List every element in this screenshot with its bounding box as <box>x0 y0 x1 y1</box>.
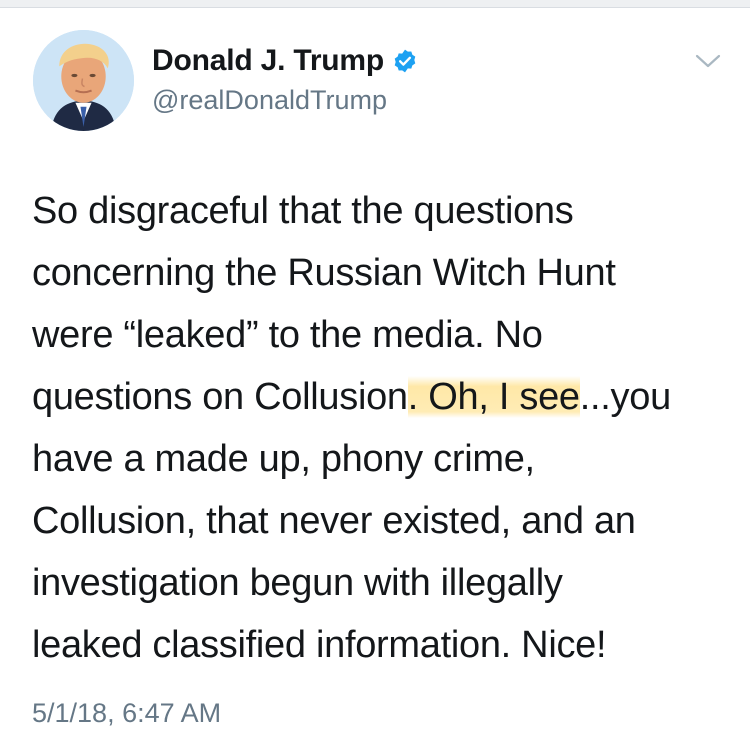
tweet-line: Collusion, that never existed, and an <box>32 500 636 542</box>
tweet-line: questions on Collusion. Oh, I see...you <box>32 366 732 428</box>
tweet-text-segment: ...you <box>579 376 671 418</box>
chevron-down-icon[interactable] <box>693 50 723 72</box>
tweet-line: investigation begun with illegally <box>32 562 563 604</box>
display-name[interactable]: Donald J. Trump <box>152 44 384 78</box>
tweet-line: were “leaked” to the media. No <box>32 314 543 356</box>
tweet-text-segment: questions on Collusion <box>32 376 408 418</box>
tweet-card: Donald J. Trump @realDonaldTrump So disg… <box>0 0 750 750</box>
avatar-photo <box>33 30 134 131</box>
highlighted-text: . Oh, I see <box>407 376 580 418</box>
tweet-line: So disgraceful that the questions <box>32 190 574 232</box>
timestamp[interactable]: 5/1/18, 6:47 AM <box>32 698 221 729</box>
author-header: Donald J. Trump @realDonaldTrump <box>152 43 418 116</box>
handle[interactable]: @realDonaldTrump <box>152 85 418 116</box>
tweet-line: leaked classified information. Nice! <box>32 624 607 666</box>
verified-badge-icon <box>392 48 418 74</box>
name-row: Donald J. Trump <box>152 43 418 79</box>
top-divider <box>0 0 750 8</box>
tweet-line: have a made up, phony crime, <box>32 438 535 480</box>
avatar[interactable] <box>33 30 134 131</box>
tweet-text: So disgraceful that the questions concer… <box>32 180 732 676</box>
tweet-line: concerning the Russian Witch Hunt <box>32 252 616 294</box>
